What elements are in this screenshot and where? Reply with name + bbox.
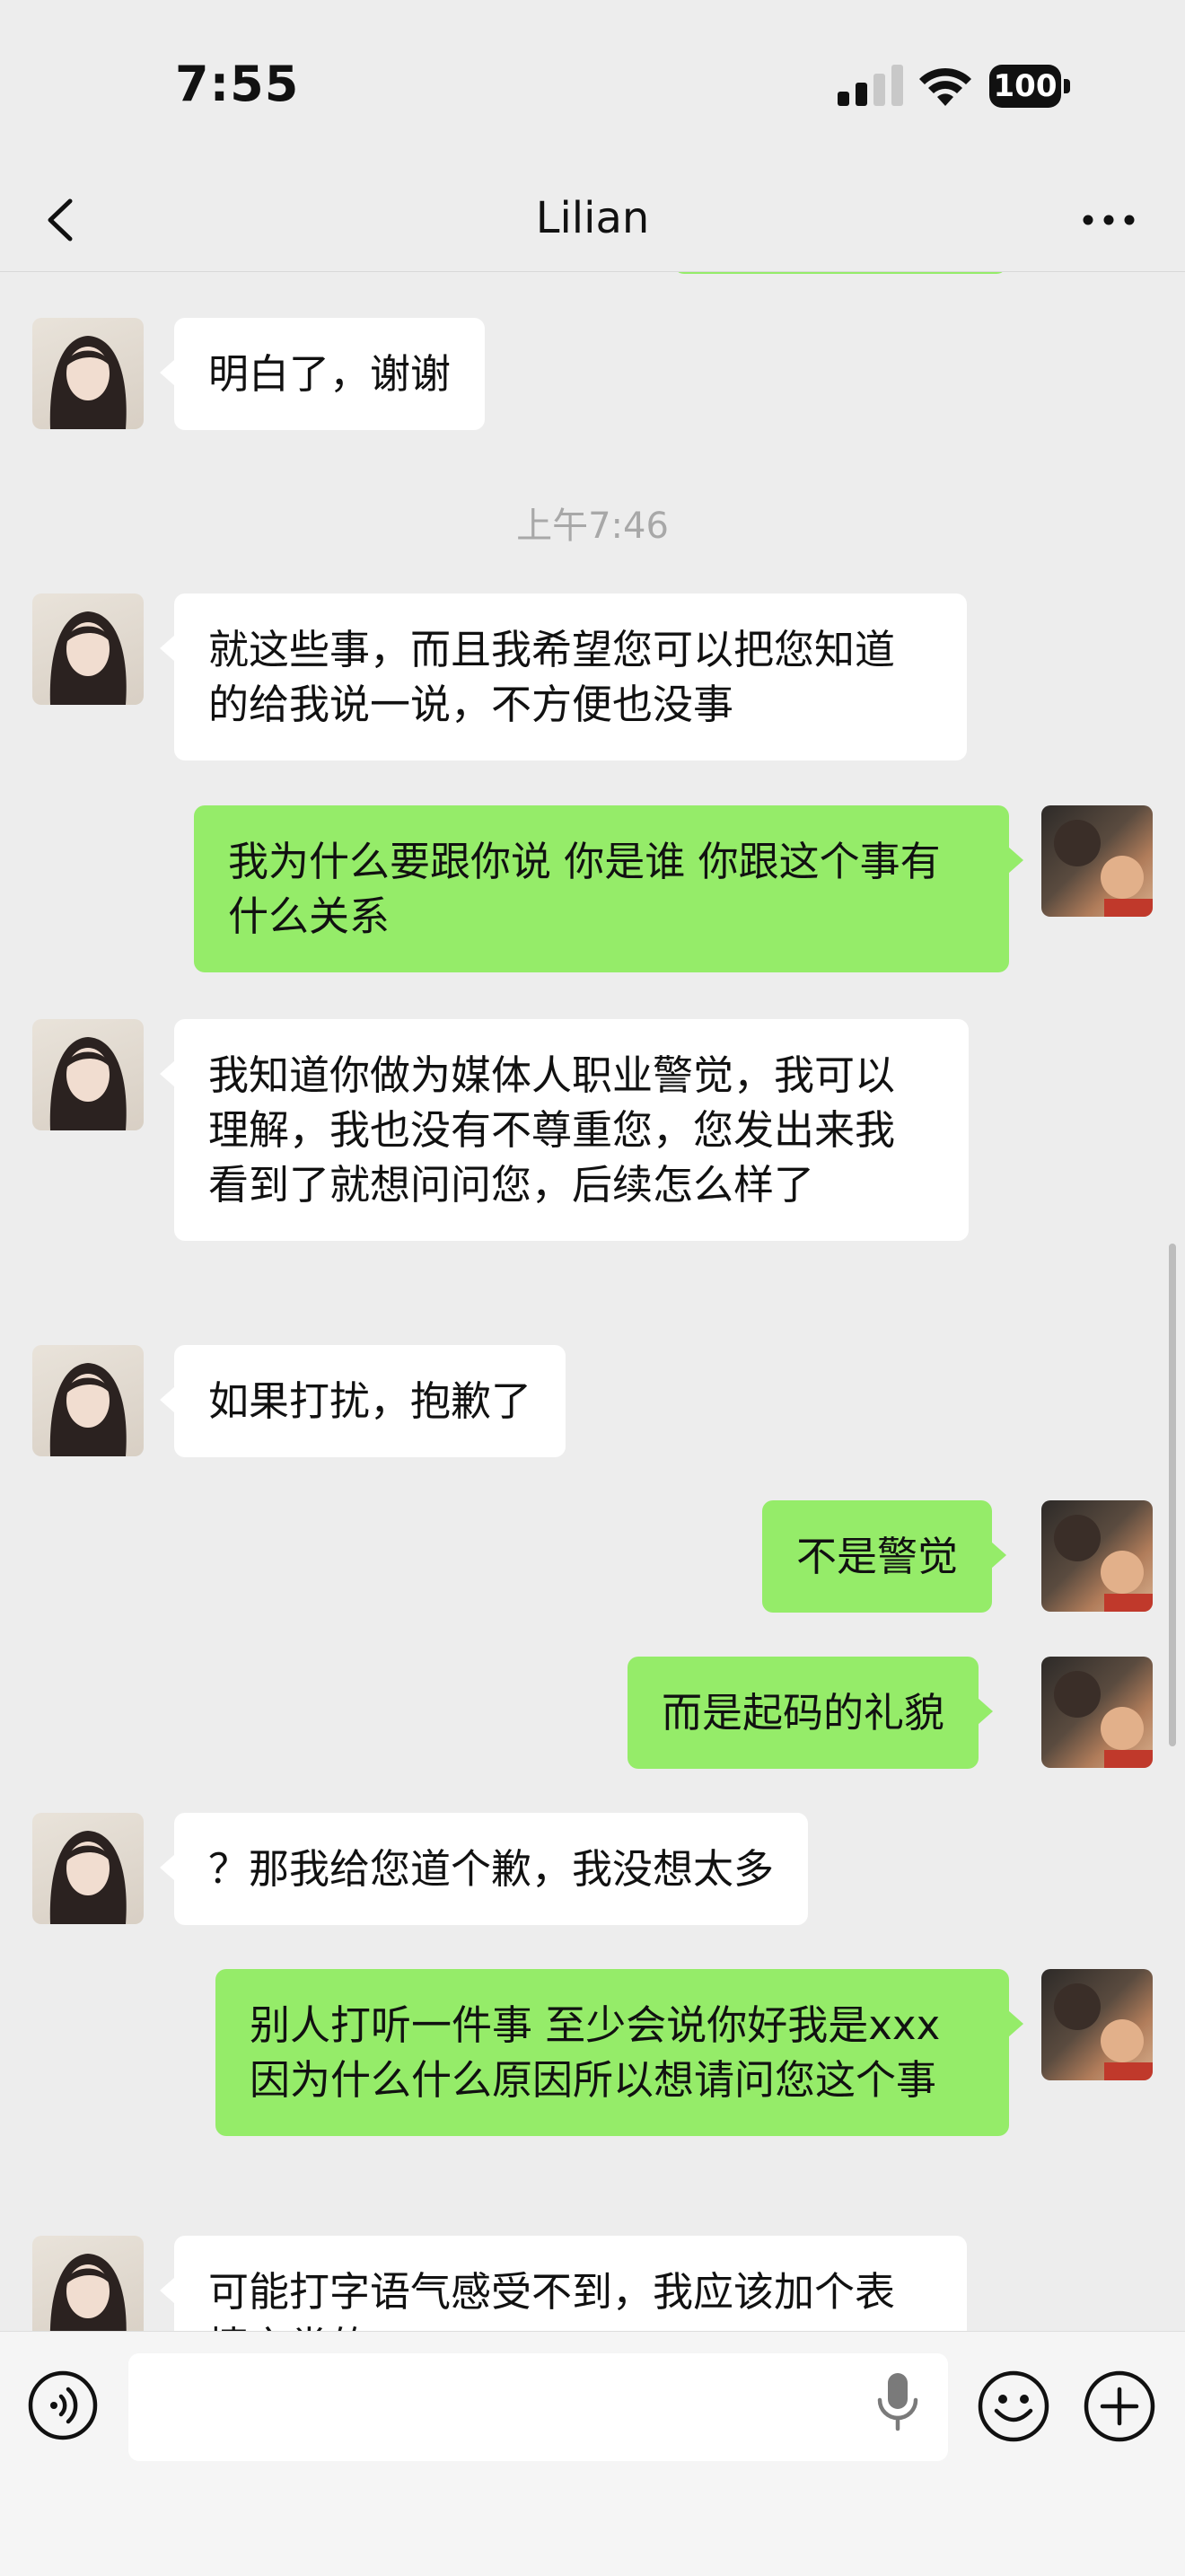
contact-avatar[interactable] xyxy=(32,1345,144,1456)
contact-avatar[interactable] xyxy=(32,318,144,429)
message-bubble-received[interactable]: ？那我给您道个歉，我没想太多 xyxy=(159,1813,809,1925)
my-avatar[interactable] xyxy=(1041,1500,1153,1612)
my-avatar[interactable] xyxy=(1041,805,1153,917)
contact-avatar[interactable] xyxy=(32,593,144,705)
message-input[interactable] xyxy=(128,2353,948,2461)
voice-input-icon[interactable] xyxy=(27,2369,99,2441)
message-bubble-sent[interactable]: 不是警觉 xyxy=(762,1500,1007,1613)
partial-sent-bubble xyxy=(673,272,1007,274)
contact-avatar[interactable] xyxy=(32,1813,144,1924)
contact-avatar[interactable] xyxy=(32,1019,144,1130)
message-bubble-received[interactable]: 就这些事，而且我希望您可以把您知道的给我说一说，不方便也没事 xyxy=(160,593,967,760)
message-bubble-sent[interactable]: 而是起码的礼貌 xyxy=(628,1657,994,1769)
input-bar xyxy=(0,2331,1185,2576)
wifi-icon xyxy=(919,67,971,106)
plus-circle-icon[interactable] xyxy=(1083,2369,1156,2443)
message-timestamp: 上午7:46 xyxy=(516,506,669,547)
message-bubble-sent[interactable]: 我为什么要跟你说 你是谁 你跟这个事有什么关系 xyxy=(194,805,1023,972)
message-bubble-received[interactable]: 我知道你做为媒体人职业警觉，我可以理解，我也没有不尊重您，您发出来我看到了就想问… xyxy=(160,1019,969,1241)
message-bubble-received[interactable]: 可能打字语气感受不到，我应该加个表情之类的 xyxy=(160,2236,967,2331)
chat-title: Lilian xyxy=(535,193,650,243)
status-time: 7:55 xyxy=(175,56,300,112)
message-bubble-received[interactable]: 如果打扰，抱歉了 xyxy=(159,1345,566,1457)
cellular-signal-icon xyxy=(838,65,903,106)
battery-icon: 100 xyxy=(989,65,1072,108)
status-bar: 7:55 100 xyxy=(0,0,1185,171)
battery-level: 100 xyxy=(993,68,1058,104)
more-dots-icon[interactable] xyxy=(1077,193,1140,247)
emoji-icon[interactable] xyxy=(977,2369,1050,2443)
my-avatar[interactable] xyxy=(1041,1969,1153,2080)
message-bubble-received[interactable]: 明白了，谢谢 xyxy=(159,318,486,430)
contact-avatar[interactable] xyxy=(32,2236,144,2331)
my-avatar[interactable] xyxy=(1041,1657,1153,1768)
chat-header: Lilian xyxy=(0,171,1185,272)
message-list[interactable]: 明白了，谢谢 上午7:46 就这些事，而且我希望您可以把您知道的给我说一说，不方… xyxy=(0,272,1185,2331)
microphone-icon[interactable] xyxy=(871,2366,925,2438)
chat-scrollbar[interactable] xyxy=(1169,1244,1176,1746)
message-bubble-sent[interactable]: 别人打听一件事 至少会说你好我是xxx 因为什么什么原因所以想请问您这个事 xyxy=(215,1969,1023,2136)
